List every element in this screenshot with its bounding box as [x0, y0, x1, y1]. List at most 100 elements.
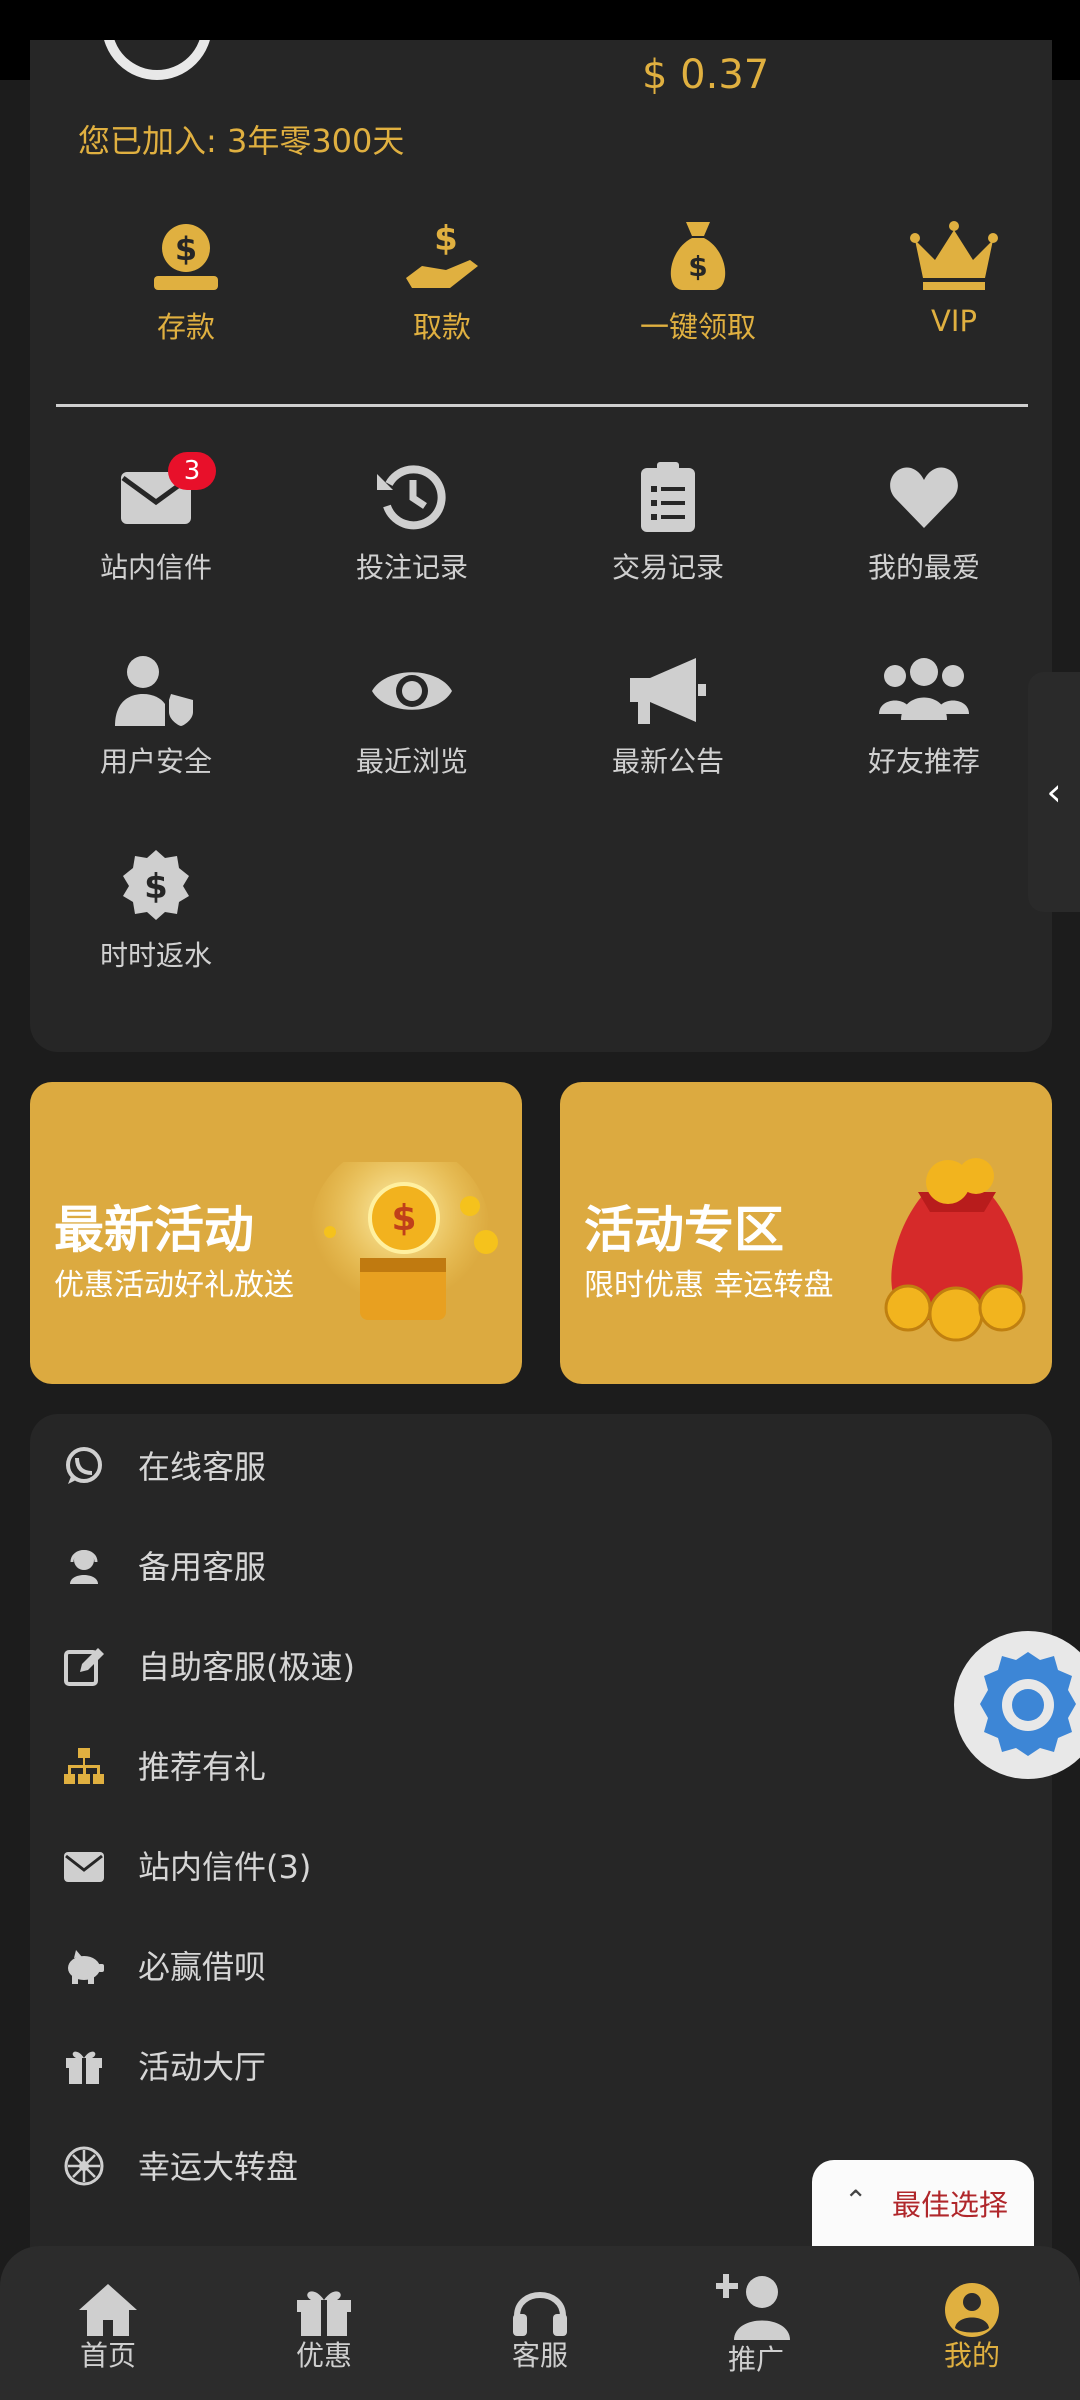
gift-icon — [66, 2051, 102, 2084]
nav-promotions[interactable]: 优惠 — [244, 2282, 404, 2374]
withdraw-button[interactable]: $ 取款 — [352, 216, 532, 346]
menu-item-loan[interactable]: 必赢借呗 — [30, 1914, 1052, 2014]
vip-button[interactable]: VIP — [864, 216, 1044, 338]
user-plus-icon — [716, 2274, 790, 2340]
svg-text:$: $ — [434, 219, 458, 259]
menu-label: 活动大厅 — [138, 2048, 267, 2086]
history-icon — [377, 465, 446, 530]
menu-label: 自助客服(极速) — [138, 1648, 355, 1686]
svg-text:$: $ — [391, 1198, 416, 1239]
grid-item-security[interactable]: 用户安全 — [56, 654, 256, 780]
envelope-icon — [64, 1852, 104, 1882]
vip-label: VIP — [931, 304, 977, 338]
claim-all-label: 一键领取 — [639, 310, 756, 344]
grid-label: 我的最爱 — [867, 551, 980, 584]
grid-item-favorites[interactable]: 我的最爱 — [824, 460, 1024, 586]
grid-label: 最近浏览 — [355, 745, 468, 778]
profile-card: $ 0.37 您已加入: 3年零300天 $ 存款 $ 取款 $ 一键领取 VI… — [30, 40, 1052, 1052]
grid-label: 时时返水 — [99, 939, 212, 972]
banner-subtitle: 限时优惠 幸运转盘 — [584, 1268, 834, 1303]
grid-label: 最新公告 — [611, 745, 724, 778]
heart-icon — [890, 467, 958, 528]
whatsapp-icon — [66, 1447, 102, 1484]
grid-label: 站内信件 — [99, 551, 212, 584]
best-choice-button[interactable]: ⌃ 最佳选择 — [812, 2160, 1034, 2246]
menu-item-self-service[interactable]: 自助客服(极速) — [30, 1614, 1052, 1714]
banner-title: 活动专区 — [584, 1201, 784, 1259]
svg-text:$: $ — [688, 250, 707, 283]
grid-item-recent[interactable]: 最近浏览 — [312, 654, 512, 780]
menu-label: 在线客服 — [138, 1448, 267, 1486]
nav-label: 我的 — [943, 2339, 1000, 2372]
nav-label: 优惠 — [295, 2339, 352, 2372]
nav-promote[interactable]: 推广 — [676, 2270, 836, 2378]
dollar-badge-icon: $ — [123, 850, 189, 920]
nav-label: 首页 — [79, 2339, 136, 2372]
piggy-bank-icon — [68, 1950, 104, 1984]
grid-item-mail[interactable]: 3 站内信件 — [56, 452, 256, 586]
money-bag-icon: $ — [670, 222, 726, 290]
grid-item-rebate[interactable]: $ 时时返水 — [56, 848, 256, 974]
megaphone-icon — [630, 658, 706, 724]
chevron-up-icon: ⌃ — [844, 2184, 868, 2217]
divider — [56, 404, 1028, 407]
unread-badge: 3 — [168, 452, 216, 490]
user-circle-icon — [945, 2283, 999, 2337]
joined-duration: 您已加入: 3年零300天 — [78, 122, 405, 160]
menu-item-online-service[interactable]: 在线客服 — [30, 1414, 1052, 1514]
claim-all-button[interactable]: $ 一键领取 — [608, 216, 788, 346]
gift-icon — [297, 2291, 351, 2336]
svg-text:$: $ — [175, 230, 197, 268]
nav-home[interactable]: 首页 — [28, 2282, 188, 2374]
edit-icon — [64, 1648, 104, 1686]
avatar[interactable] — [102, 40, 212, 80]
best-choice-label: 最佳选择 — [892, 2188, 1009, 2222]
side-drawer-tab[interactable]: ‹ — [1028, 672, 1080, 912]
withdraw-icon: $ — [406, 219, 478, 288]
deposit-icon: $ — [154, 224, 218, 290]
user-shield-icon — [115, 656, 193, 726]
menu-label: 幸运大转盘 — [138, 2148, 299, 2186]
wheel-icon — [64, 2146, 104, 2186]
crown-icon — [910, 221, 998, 290]
grid-label: 投注记录 — [355, 551, 468, 584]
treasure-chest-icon: $ — [310, 1162, 498, 1322]
grid-item-announcements[interactable]: 最新公告 — [568, 654, 768, 780]
nav-label: 客服 — [511, 2339, 568, 2372]
banner-latest-events[interactable]: $ 最新活动 优惠活动好礼放送 — [30, 1082, 522, 1384]
svg-text:$: $ — [144, 867, 168, 907]
settings-gear-icon[interactable] — [952, 1630, 1080, 1780]
clipboard-icon — [641, 462, 695, 532]
menu-label: 必赢借呗 — [138, 1948, 267, 1986]
withdraw-label: 取款 — [412, 310, 471, 344]
grid-item-refer-friends[interactable]: 好友推荐 — [824, 654, 1024, 780]
headphones-icon — [513, 2292, 567, 2336]
banner-title: 最新活动 — [54, 1201, 254, 1259]
coin-bag-icon — [884, 1158, 1026, 1342]
banner-subtitle: 优惠活动好礼放送 — [54, 1268, 294, 1303]
users-icon — [879, 658, 969, 720]
menu-item-activity-hall[interactable]: 活动大厅 — [30, 2014, 1052, 2114]
nav-mine[interactable]: 我的 — [892, 2282, 1052, 2374]
grid-item-transactions[interactable]: 交易记录 — [568, 460, 768, 586]
nav-customer-service[interactable]: 客服 — [460, 2282, 620, 2374]
home-icon — [79, 2284, 137, 2336]
grid-label: 好友推荐 — [867, 745, 980, 778]
banner-events-zone[interactable]: 活动专区 限时优惠 幸运转盘 — [560, 1082, 1052, 1384]
deposit-button[interactable]: $ 存款 — [96, 216, 276, 346]
grid-label: 用户安全 — [99, 745, 212, 778]
grid-item-bet-history[interactable]: 投注记录 — [312, 460, 512, 586]
menu-label: 推荐有礼 — [138, 1748, 267, 1786]
quick-actions: $ 存款 $ 取款 $ 一键领取 VIP — [30, 216, 1052, 376]
sitemap-icon — [64, 1748, 104, 1784]
balance-value: $ 0.37 — [642, 52, 770, 98]
menu-item-referral-gift[interactable]: 推荐有礼 — [30, 1714, 1052, 1814]
bottom-nav: 首页 优惠 客服 推广 我的 — [0, 2246, 1080, 2400]
menu-item-inbox[interactable]: 站内信件(3) — [30, 1814, 1052, 1914]
nav-label: 推广 — [727, 2343, 784, 2376]
headset-agent-icon — [70, 1550, 98, 1584]
menu-label: 备用客服 — [138, 1548, 267, 1586]
menu-item-backup-service[interactable]: 备用客服 — [30, 1514, 1052, 1614]
deposit-label: 存款 — [156, 310, 215, 344]
grid-label: 交易记录 — [611, 551, 724, 584]
